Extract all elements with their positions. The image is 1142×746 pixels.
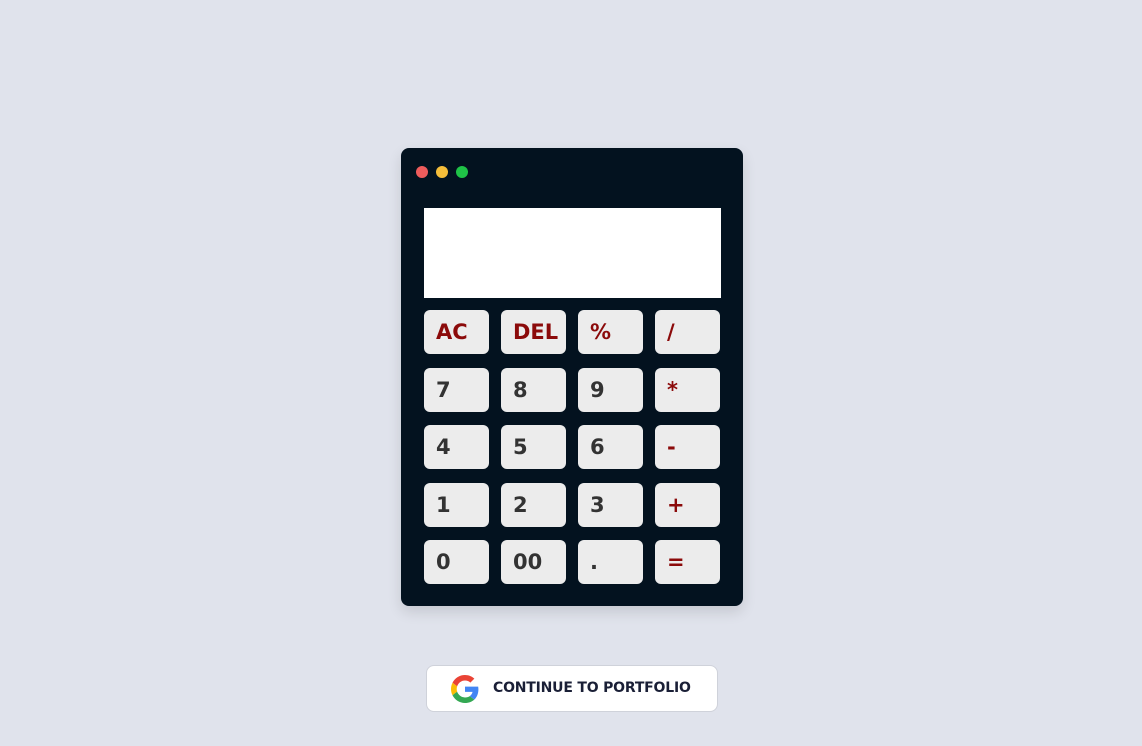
calculator-display[interactable] bbox=[424, 208, 721, 298]
key-9[interactable]: 9 bbox=[578, 367, 643, 412]
key-percent[interactable]: % bbox=[578, 310, 643, 354]
key-6[interactable]: 6 bbox=[578, 425, 643, 469]
key-2[interactable]: 2 bbox=[501, 482, 566, 527]
key-0[interactable]: 0 bbox=[424, 540, 489, 584]
key-5[interactable]: 5 bbox=[501, 425, 566, 469]
key-8[interactable]: 8 bbox=[501, 367, 566, 412]
key-multiply[interactable]: * bbox=[655, 367, 720, 412]
key-equals[interactable]: = bbox=[655, 540, 720, 584]
key-decimal[interactable]: . bbox=[578, 540, 643, 584]
close-dot-icon[interactable] bbox=[416, 166, 428, 178]
key-subtract[interactable]: - bbox=[655, 425, 720, 469]
calculator: AC DEL%/7 8 9 * 4 5 6-1 2 3 +0 00. = bbox=[401, 148, 743, 606]
key-double-zero[interactable]: 00 bbox=[501, 540, 566, 584]
key-all-clear[interactable]: AC bbox=[424, 310, 489, 354]
maximize-dot-icon[interactable] bbox=[456, 166, 468, 178]
minimize-dot-icon[interactable] bbox=[436, 166, 448, 178]
google-g-icon bbox=[451, 675, 479, 703]
key-3[interactable]: 3 bbox=[578, 482, 643, 527]
key-1[interactable]: 1 bbox=[424, 482, 489, 527]
continue-to-portfolio-label: CONTINUE TO PORTFOLIO bbox=[493, 680, 691, 696]
key-delete[interactable]: DEL bbox=[501, 310, 566, 354]
key-7[interactable]: 7 bbox=[424, 367, 489, 412]
key-divide[interactable]: / bbox=[655, 310, 720, 354]
continue-to-portfolio-button[interactable]: CONTINUE TO PORTFOLIO bbox=[426, 665, 718, 712]
key-4[interactable]: 4 bbox=[424, 425, 489, 469]
key-add[interactable]: + bbox=[655, 482, 720, 527]
